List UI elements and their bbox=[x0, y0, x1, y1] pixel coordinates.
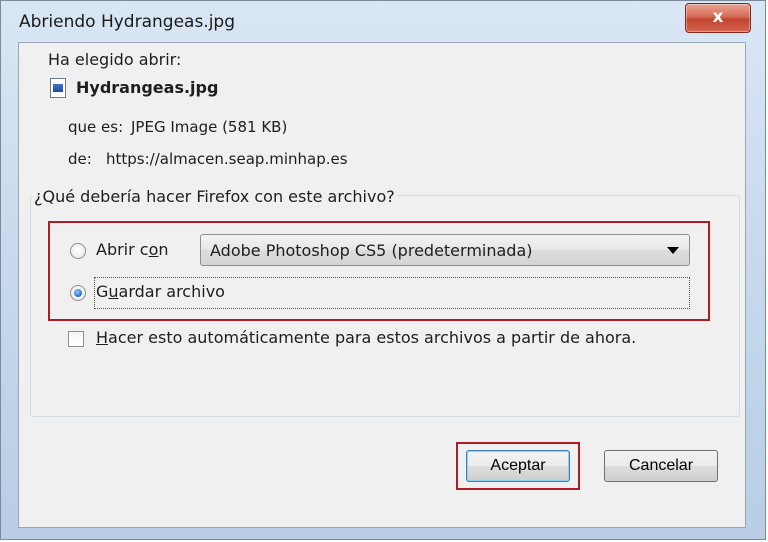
options-highlight bbox=[48, 221, 710, 321]
window-title: Abriendo Hydrangeas.jpg bbox=[19, 12, 236, 32]
intro-text: Ha elegido abrir: bbox=[48, 50, 182, 69]
type-label: que es: bbox=[68, 118, 124, 136]
close-icon: x bbox=[712, 7, 724, 27]
from-value: https://almacen.seap.minhap.es bbox=[106, 150, 348, 168]
close-button[interactable]: x bbox=[685, 3, 751, 33]
file-name: Hydrangeas.jpg bbox=[76, 78, 219, 97]
cancel-button[interactable]: Cancelar bbox=[604, 450, 718, 482]
action-question: ¿Qué debería hacer Firefox con este arch… bbox=[32, 187, 397, 206]
ok-button[interactable]: Aceptar bbox=[466, 450, 570, 482]
type-value: JPEG Image (581 KB) bbox=[131, 118, 288, 136]
jpeg-file-icon bbox=[50, 78, 66, 98]
from-label: de: bbox=[68, 150, 92, 168]
auto-checkbox-label[interactable]: Hacer esto automáticamente para estos ar… bbox=[96, 328, 636, 347]
title-bar[interactable]: Abriendo Hydrangeas.jpg x bbox=[1, 1, 765, 39]
auto-checkbox[interactable] bbox=[68, 331, 84, 347]
